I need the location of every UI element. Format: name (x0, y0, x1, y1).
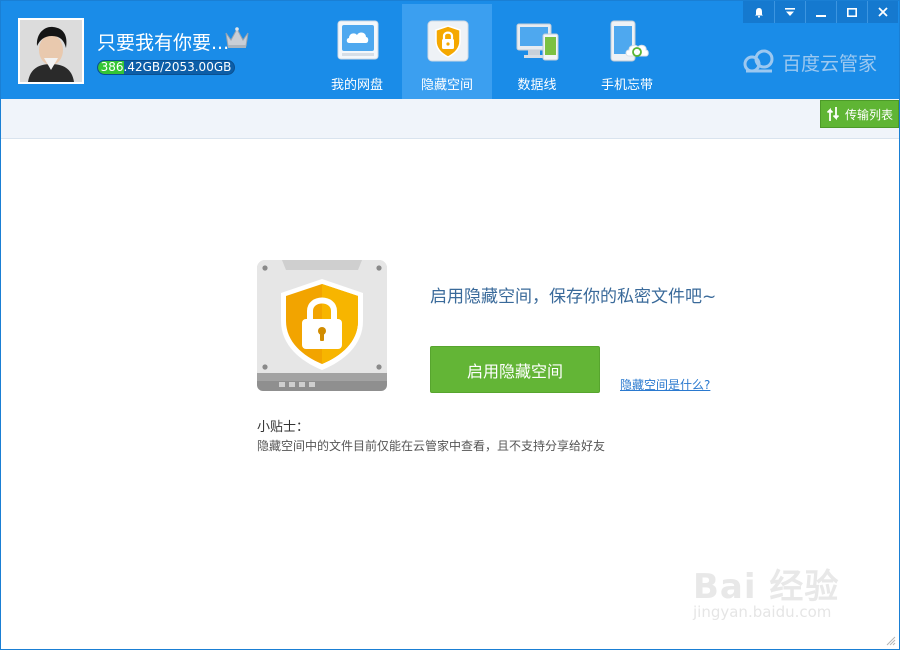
phone-sync-icon (610, 20, 649, 62)
username-label: 只要我有你要... (97, 32, 230, 54)
maximize-icon (847, 7, 857, 17)
nav-label: 手机忘带 (600, 78, 653, 93)
nav-data-cable[interactable]: 数据线 (492, 4, 582, 99)
promo-headline: 启用隐藏空间，保存你的私密文件吧~ (430, 287, 717, 307)
watermark-url: jingyan.baidu.com (693, 603, 832, 621)
transfer-arrows-icon (827, 107, 839, 121)
what-is-hidden-space-link[interactable]: 隐藏空间是什么? (620, 376, 710, 393)
monitor-phone-icon (516, 23, 559, 61)
notification-button[interactable] (743, 1, 774, 23)
storage-quota-bar: 386.42GB/2053.00GB (97, 60, 235, 75)
hidden-space-safe-icon (257, 260, 387, 391)
watermark: Bai 经验 jingyan.baidu.com (687, 551, 867, 631)
close-icon (878, 7, 888, 17)
nav-label: 我的网盘 (330, 78, 383, 93)
menu-dropdown-button[interactable] (774, 1, 805, 23)
nav-label: 数据线 (517, 78, 557, 93)
brand-logo: 百度云管家 (742, 47, 877, 77)
shield-lock-icon (427, 20, 469, 62)
watermark-text: Bai 经验 (693, 567, 840, 607)
nav-phone-forgot[interactable]: 手机忘带 (582, 4, 672, 99)
user-avatar[interactable] (18, 18, 84, 84)
nav-my-disk[interactable]: 我的网盘 (312, 4, 402, 99)
tips-text: 隐藏空间中的文件目前仅能在云管家中查看，且不支持分享给好友 (257, 439, 606, 453)
maximize-button[interactable] (836, 1, 867, 23)
transfer-list-label: 传输列表 (845, 107, 894, 122)
close-button[interactable] (867, 1, 898, 23)
header-bar: 只要我有你要... 386.42GB/2053.00GB 我的网盘 隐藏空间 数… (1, 1, 899, 99)
baidu-cloud-logo-icon (743, 49, 774, 73)
tips-title: 小贴士： (257, 420, 310, 435)
transfer-list-button[interactable]: 传输列表 (820, 100, 899, 128)
nav-label: 隐藏空间 (420, 78, 473, 93)
bell-icon (754, 7, 763, 18)
sub-toolbar: 传输列表 (1, 99, 899, 139)
storage-quota-text: 386.42GB/2053.00GB (100, 60, 232, 74)
brand-name: 百度云管家 (782, 52, 878, 75)
minimize-icon (816, 14, 826, 17)
menu-down-icon (785, 7, 795, 16)
main-nav: 我的网盘 隐藏空间 数据线 手机忘带 (312, 4, 672, 99)
vip-crown-icon[interactable] (224, 26, 250, 50)
minimize-button[interactable] (805, 1, 836, 23)
enable-hidden-space-button[interactable]: 启用隐藏空间 (430, 346, 600, 393)
app-window: 只要我有你要... 386.42GB/2053.00GB 我的网盘 隐藏空间 数… (0, 0, 900, 650)
nav-hidden-space[interactable]: 隐藏空间 (402, 4, 492, 99)
window-controls (743, 1, 898, 23)
resize-grip-icon[interactable] (886, 636, 896, 646)
cloud-disk-icon (337, 20, 379, 60)
